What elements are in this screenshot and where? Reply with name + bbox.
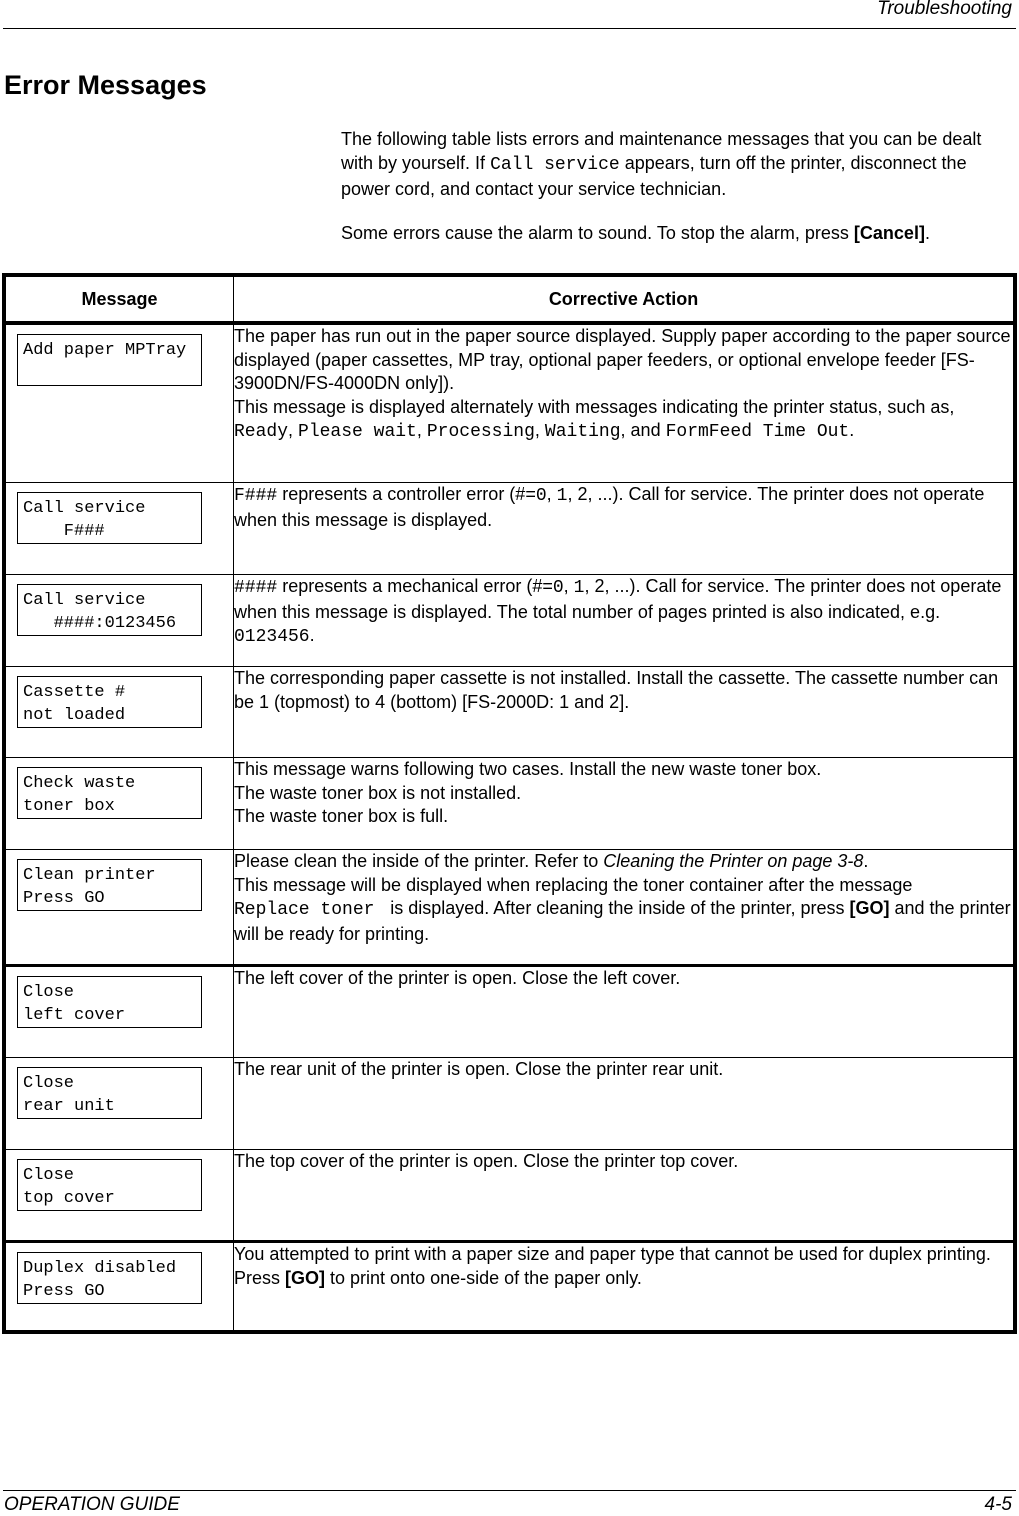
action-text: The left cover of the printer is open. C… <box>234 968 681 988</box>
table-row: Close top cover The top cover of the pri… <box>4 1149 1015 1242</box>
text-run: , <box>534 420 545 440</box>
inline-code: 0 <box>535 486 547 506</box>
lcd-message: Call service F### <box>17 492 202 544</box>
key-label: [GO] <box>849 898 890 918</box>
text-run: , <box>546 484 557 504</box>
action-text: This message warns following two cases. … <box>234 759 822 779</box>
text-run: represents a mechanical error (#= <box>277 576 553 596</box>
text-run: Please clean the inside of the printer. … <box>234 851 604 871</box>
lcd-message: Check waste toner box <box>17 767 202 819</box>
action-text: The top cover of the printer is open. Cl… <box>234 1151 739 1171</box>
inline-code: F### <box>234 486 278 506</box>
lcd-message: Cassette # not loaded <box>17 676 202 728</box>
action-cell: #### represents a mechanical error (#=0,… <box>233 574 1015 667</box>
cross-reference-link[interactable]: Cleaning the Printer on page 3-8 <box>603 851 863 871</box>
inline-code: 0 <box>552 578 564 598</box>
text-run: , <box>416 420 427 440</box>
intro-paragraph-1: The following table lists errors and mai… <box>341 127 1016 201</box>
text-run: , <box>563 576 574 596</box>
lcd-message: Close left cover <box>17 976 202 1028</box>
text-run: to print onto one-side of the paper only… <box>325 1267 642 1288</box>
action-cell: The corresponding paper cassette is not … <box>233 666 1015 758</box>
lcd-message: Clean printer Press GO <box>17 859 202 911</box>
column-header-action: Corrective Action <box>233 275 1015 325</box>
table-row: Close left cover The left cover of the p… <box>4 964 1015 1058</box>
inline-code: 0123456 <box>234 627 310 647</box>
action-cell: You attempted to print with a paper size… <box>233 1240 1015 1332</box>
text-run: This message is displayed alternately wi… <box>234 396 955 417</box>
lcd-message: Close rear unit <box>17 1067 202 1119</box>
error-messages-table: Message Corrective Action Add paper MPTr… <box>2 273 1017 1334</box>
action-cell: The paper has run out in the paper sourc… <box>234 323 1016 483</box>
inline-code: 1 <box>573 578 585 598</box>
message-cell: Call service ####:0123456 <box>4 574 234 667</box>
table-row: Call service ####:0123456 #### represent… <box>4 574 1015 667</box>
table-row: Add paper MPTray The paper has run out i… <box>4 323 1015 483</box>
text-run: This message will be displayed when repl… <box>234 874 913 895</box>
action-cell: F### represents a controller error (#=0,… <box>233 482 1015 575</box>
table-row: Close rear unit The rear unit of the pri… <box>4 1057 1015 1150</box>
text-run: is displayed. After cleaning the inside … <box>385 898 850 918</box>
column-header-message: Message <box>4 275 234 325</box>
key-label: [GO] <box>285 1267 326 1288</box>
message-cell: Call service F### <box>4 482 234 575</box>
page-title: Error Messages <box>4 70 207 100</box>
inline-code: Please wait <box>298 422 417 442</box>
inline-code: 1 <box>556 486 568 506</box>
lcd-message: Duplex disabled Press GO <box>17 1252 202 1304</box>
action-text: This message is displayed alternately wi… <box>234 396 1013 445</box>
table-row: Clean printer Press GO Please clean the … <box>4 849 1015 966</box>
text-run: , <box>288 420 299 440</box>
message-cell: Add paper MPTray <box>4 323 234 483</box>
text-run: represents a controller error (#= <box>277 484 536 504</box>
message-cell: Check waste toner box <box>4 757 234 850</box>
action-cell: The rear unit of the printer is open. Cl… <box>233 1057 1015 1150</box>
message-cell: Close left cover <box>4 964 234 1058</box>
key-label: [Cancel] <box>853 223 925 243</box>
intro-text-run: Some errors cause the alarm to sound. To… <box>341 223 854 243</box>
table-row: Check waste toner box This message warns… <box>4 757 1015 850</box>
lcd-message: Call service ####:0123456 <box>17 584 202 636</box>
inline-code: Processing <box>426 422 535 442</box>
message-cell: Clean printer Press GO <box>4 849 234 966</box>
message-cell: Duplex disabled Press GO <box>4 1240 234 1332</box>
table-header-row: Message Corrective Action <box>4 275 1015 325</box>
action-cell: Please clean the inside of the printer. … <box>233 849 1015 966</box>
action-text: The corresponding paper cassette is not … <box>234 668 999 712</box>
message-cell: Close top cover <box>4 1149 234 1242</box>
lcd-message: Close top cover <box>17 1159 202 1211</box>
footer-guide-title: OPERATION GUIDE <box>4 1494 180 1515</box>
action-text: The waste toner box is full. <box>234 806 449 826</box>
message-cell: Close rear unit <box>4 1057 234 1150</box>
footer-page-number: 4-5 <box>984 1494 1012 1515</box>
table-row: Call service F### F### represents a cont… <box>4 482 1015 575</box>
text-run: . <box>849 420 855 440</box>
text-run: . <box>863 851 869 871</box>
message-cell: Cassette # not loaded <box>4 666 234 758</box>
footer-rule <box>3 1490 1016 1491</box>
text-run: . <box>309 625 315 645</box>
table-row: Duplex disabled Press GO You attempted t… <box>4 1240 1015 1332</box>
inline-code: Call service <box>490 155 620 175</box>
text-run: , and <box>620 420 666 440</box>
action-cell: The left cover of the printer is open. C… <box>233 964 1015 1058</box>
inline-code: Replace toner <box>234 900 386 920</box>
action-cell: This message warns following two cases. … <box>233 757 1015 850</box>
intro-paragraph-2: Some errors cause the alarm to sound. To… <box>341 221 1016 245</box>
inline-code: FormFeed Time Out <box>665 422 850 442</box>
header-rule <box>3 28 1016 29</box>
action-cell: The top cover of the printer is open. Cl… <box>233 1149 1015 1242</box>
intro-text: The following table lists errors and mai… <box>341 127 1016 245</box>
inline-code: Ready <box>234 422 289 442</box>
inline-code: Waiting <box>544 422 621 442</box>
action-text: This message will be displayed when repl… <box>234 874 1013 947</box>
intro-text-run: . <box>924 223 930 243</box>
running-header-section: Troubleshooting <box>877 0 1012 19</box>
action-text: The rear unit of the printer is open. Cl… <box>234 1059 724 1079</box>
action-text: The waste toner box is not installed. <box>234 782 522 803</box>
inline-code: #### <box>234 578 278 598</box>
lcd-message: Add paper MPTray <box>17 334 202 386</box>
action-text: The paper has run out in the paper sourc… <box>234 326 1011 393</box>
table-row: Cassette # not loaded The corresponding … <box>4 666 1015 758</box>
